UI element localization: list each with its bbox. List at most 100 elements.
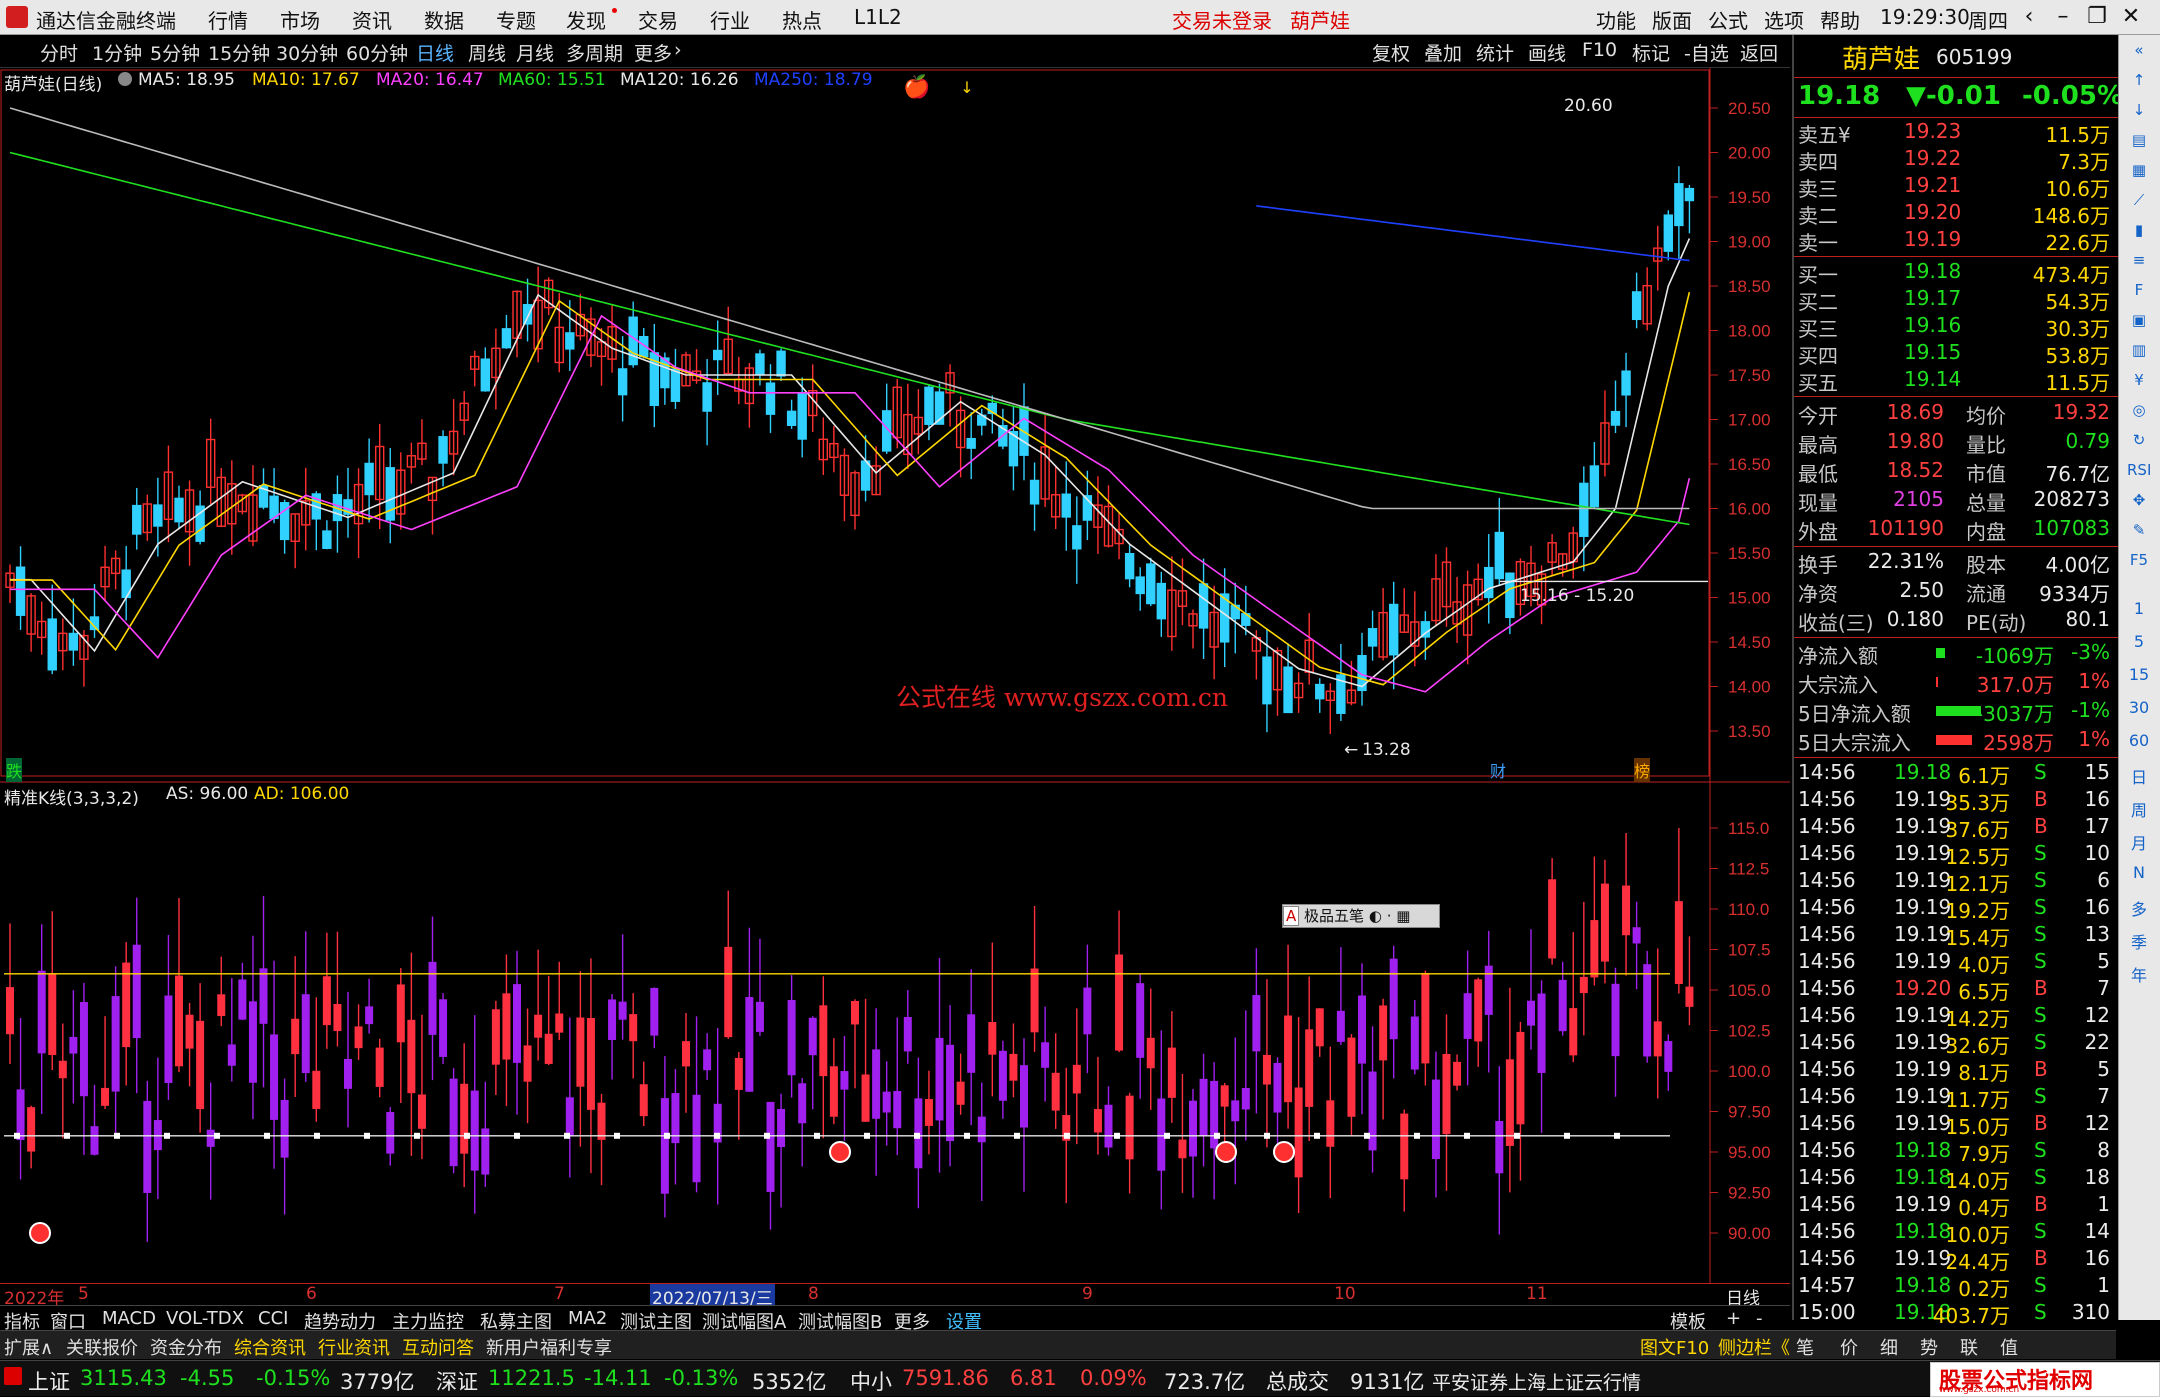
tick-row[interactable]: 15:00 19.18 403.7万 S 310 [1798,1300,2114,1328]
period-shortcut[interactable]: 1 [2127,599,2151,621]
candle-icon[interactable]: ▮ [2127,221,2151,243]
side-toggle-tab[interactable]: 笔 [1796,1334,1814,1360]
tick-row[interactable]: 14:56 19.19 12.5万 S 10 [1798,841,2114,869]
period-weekly[interactable]: 周线 [468,39,506,66]
template-tab[interactable]: - [1756,1308,1763,1329]
settings-circle-icon[interactable] [118,72,132,86]
menu-redian[interactable]: 热点 [782,5,822,34]
menu-shuju[interactable]: 数据 [424,5,464,34]
trend-icon[interactable]: ⟋ [2127,191,2151,213]
indicator-tab[interactable]: CCI [258,1308,288,1329]
info-tab[interactable]: 互动问答 [402,1334,474,1360]
period-shortcut[interactable]: 15 [2127,665,2151,687]
period-shortcut[interactable]: 年 [2127,962,2151,985]
restore-icon[interactable]: ❐ [2080,3,2114,31]
pen-icon[interactable]: ✎ [2127,521,2151,543]
tick-row[interactable]: 14:56 19.19 12.1万 S 6 [1798,868,2114,896]
menu-hangye[interactable]: 行业 [710,5,750,34]
chart-icon[interactable]: ▤ [2127,131,2151,153]
menu-gongneng[interactable]: 功能 [1596,5,1636,34]
period-shortcut[interactable]: 日 [2127,764,2151,787]
menu-bangzhu[interactable]: 帮助 [1820,5,1860,34]
btn-biaoji[interactable]: 标记 [1632,39,1670,66]
info-tab[interactable]: 关联报价 [66,1334,138,1360]
more-chevron-icon[interactable]: › [674,39,682,61]
btn-tongji[interactable]: 统计 [1476,39,1514,66]
btn-diejia[interactable]: 叠加 [1424,39,1462,66]
tick-row[interactable]: 14:56 19.18 6.1万 S 15 [1798,760,2114,788]
kline-chart-svg[interactable]: 20.50 20.00 19.50 19.00 18.50 18.00 17.50 17.00… [0,68,1790,1283]
sell-row[interactable]: 卖一 19.19 22.6万 [1798,227,2114,255]
tick-row[interactable]: 14:56 19.19 37.6万 B 17 [1798,814,2114,842]
ime-a-icon[interactable]: A [1283,906,1300,926]
sell-row[interactable]: 卖四 19.22 7.3万 [1798,146,2114,174]
info-tab[interactable]: 扩展∧ [4,1334,53,1360]
close-icon[interactable]: ✕ [2114,3,2148,31]
tick-row[interactable]: 14:56 19.19 15.0万 B 12 [1798,1111,2114,1139]
tick-row[interactable]: 14:56 19.19 8.1万 B 5 [1798,1057,2114,1085]
info-tab[interactable]: 行业资讯 [318,1334,390,1360]
sell-row[interactable]: 卖五¥ 19.23 11.5万 [1798,119,2114,147]
period-fenshi[interactable]: 分时 [40,39,78,66]
tick-row[interactable]: 14:56 19.19 15.4万 S 13 [1798,922,2114,950]
period-shortcut[interactable]: 多 [2127,896,2151,919]
btn-fanhui[interactable]: 返回 [1740,39,1778,66]
tick-row[interactable]: 14:56 19.19 0.4万 B 1 [1798,1192,2114,1220]
info-tab[interactable]: 资金分布 [150,1334,222,1360]
tick-row[interactable]: 14:56 19.19 35.3万 B 16 [1798,787,2114,815]
down-icon[interactable]: ↓ [2127,101,2151,123]
buy-row[interactable]: 买五 19.14 11.5万 [1798,367,2114,395]
menu-gongshi[interactable]: 公式 [1708,5,1748,34]
indicator-tab[interactable]: VOL-TDX [166,1308,244,1329]
tick-row[interactable]: 14:56 19.19 11.7万 S 7 [1798,1084,2114,1112]
period-daily[interactable]: 日线 [416,39,454,66]
ime-toolbar[interactable]: A 极品五笔 ◐ · ▦ [1282,904,1440,928]
period-shortcut[interactable]: 60 [2127,731,2151,753]
menu-l1l2[interactable]: L1L2 [854,5,902,29]
side-toggle-tab[interactable]: 值 [2000,1334,2018,1360]
period-shortcut[interactable]: 月 [2127,830,2151,853]
minimize-icon[interactable]: – [2046,3,2080,31]
tick-row[interactable]: 14:56 19.19 32.6万 S 22 [1798,1030,2114,1058]
tick-row[interactable]: 14:57 19.18 0.2万 S 1 [1798,1273,2114,1301]
menu-zhuanti[interactable]: 专题 [496,5,536,34]
indicator-tab[interactable]: MA2 [568,1308,607,1329]
fund-icon[interactable]: ¥ [2127,371,2151,393]
template-tab[interactable]: + [1726,1308,1741,1329]
period-shortcut[interactable]: 5 [2127,632,2151,654]
move-icon[interactable]: ✥ [2127,491,2151,513]
menu-xuanxiang[interactable]: 选项 [1764,5,1804,34]
buy-row[interactable]: 买一 19.18 473.4万 [1798,259,2114,287]
buy-row[interactable]: 买四 19.15 53.8万 [1798,340,2114,368]
period-30min[interactable]: 30分钟 [276,39,338,66]
period-shortcut[interactable]: 30 [2127,698,2151,720]
buy-row[interactable]: 买三 19.16 30.3万 [1798,313,2114,341]
side-toggle-tab[interactable]: 势 [1920,1334,1938,1360]
grid-icon[interactable]: ▥ [2127,341,2151,363]
period-shortcut[interactable]: 周 [2127,797,2151,820]
info-tab[interactable]: 新用户福利专享 [486,1334,612,1360]
f5-icon[interactable]: F5 [2127,551,2151,573]
menu-hangqing[interactable]: 行情 [208,5,248,34]
period-5min[interactable]: 5分钟 [150,39,200,66]
period-shortcut[interactable]: 季 [2127,929,2151,952]
tick-row[interactable]: 14:56 19.18 7.9万 S 8 [1798,1138,2114,1166]
period-60min[interactable]: 60分钟 [346,39,408,66]
period-15min[interactable]: 15分钟 [208,39,270,66]
period-multi[interactable]: 多周期 [566,39,623,66]
chart-area[interactable]: 20.50 20.00 19.50 19.00 18.50 18.00 17.50 17.00… [0,68,1790,1283]
table-icon[interactable]: ▦ [2127,161,2151,183]
menu-faxian[interactable]: 发现 [566,5,606,34]
tick-row[interactable]: 14:56 19.19 14.2万 S 12 [1798,1003,2114,1031]
side-toggle-tab[interactable]: 侧边栏《 [1718,1334,1790,1360]
side-toggle-tab[interactable]: 联 [1960,1334,1978,1360]
zx-label[interactable]: 中小 [850,1366,892,1396]
sell-row[interactable]: 卖二 19.20 148.6万 [1798,200,2114,228]
rsi-icon[interactable]: RSI [2127,461,2151,483]
target-icon[interactable]: ◎ [2127,401,2151,423]
btn-huaxian[interactable]: 画线 [1528,39,1566,66]
ime-keyboard-icon[interactable]: ▦ [1396,907,1410,925]
indicator-title[interactable]: 精准K线(3,3,3,2) [4,784,139,809]
btn-fuquan[interactable]: 复权 [1372,39,1410,66]
tick-row[interactable]: 14:56 19.19 24.4万 B 16 [1798,1246,2114,1274]
